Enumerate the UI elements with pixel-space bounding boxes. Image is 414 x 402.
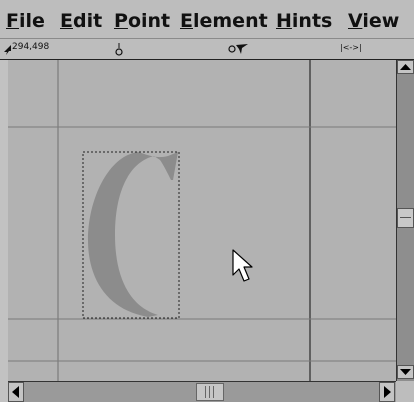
menu-element-rest: lement — [192, 10, 268, 32]
triangle-down-icon — [400, 369, 411, 375]
horizontal-scrollbar[interactable] — [8, 381, 396, 402]
scroll-up-button[interactable] — [397, 60, 414, 74]
menu-hints-mnemonic: H — [276, 10, 292, 32]
triangle-left-icon — [12, 386, 19, 398]
thumb-grip-line — [400, 217, 411, 218]
scroll-down-button[interactable] — [397, 365, 414, 379]
menu-element[interactable]: Element — [180, 10, 268, 32]
menu-edit-rest: dit — [72, 10, 103, 32]
thumb-grip-line-3 — [213, 386, 214, 398]
menu-point-rest: oint — [127, 10, 171, 32]
arrow-pointer-icon — [4, 45, 11, 55]
vertical-scrollbar[interactable] — [396, 60, 414, 381]
menu-view-mnemonic: V — [348, 10, 363, 32]
menu-point[interactable]: Point — [114, 10, 170, 32]
horizontal-scroll-thumb[interactable] — [196, 383, 224, 401]
menu-view[interactable]: View — [348, 10, 399, 32]
menu-point-mnemonic: P — [114, 10, 128, 32]
triangle-up-icon — [400, 64, 411, 70]
menu-view-rest: iew — [362, 10, 400, 32]
cursor-coordinates: 294,498 — [12, 42, 50, 52]
mouse-pointer-icon — [232, 249, 253, 282]
glyph-canvas-drawing — [8, 60, 396, 381]
menu-edit[interactable]: Edit — [60, 10, 102, 32]
window-left-edge — [0, 60, 8, 402]
vertical-scroll-thumb[interactable] — [397, 208, 414, 228]
knife-tool-icon — [228, 44, 248, 54]
thumb-grip-line-1 — [205, 386, 206, 398]
menu-file[interactable]: File — [6, 10, 45, 32]
scroll-left-button[interactable] — [8, 382, 24, 402]
info-bar: 294,498 |<->| — [0, 38, 414, 60]
point-marker-icon — [115, 43, 123, 56]
menu-hints-rest: ints — [291, 10, 333, 32]
menu-file-rest: ile — [18, 10, 45, 32]
menu-file-mnemonic: F — [6, 10, 19, 32]
triangle-right-icon — [384, 386, 391, 398]
width-indicator: |<->| — [340, 43, 362, 52]
menu-bar: File Edit Point Element Hints View — [0, 0, 414, 38]
menu-element-mnemonic: E — [180, 10, 193, 32]
menu-hints[interactable]: Hints — [276, 10, 332, 32]
thumb-grip-line-2 — [209, 386, 210, 398]
glyph-outline-c — [88, 152, 178, 317]
glyph-canvas[interactable] — [8, 60, 396, 381]
menu-edit-mnemonic: E — [60, 10, 73, 32]
scroll-right-button[interactable] — [379, 382, 395, 402]
scrollbar-corner — [396, 381, 414, 402]
